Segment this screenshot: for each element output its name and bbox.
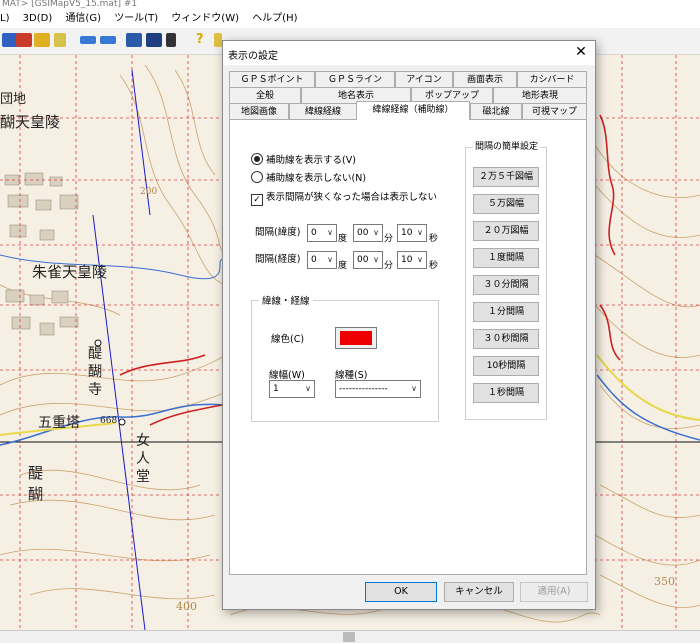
lon-second-value: 10 (401, 255, 413, 265)
display-settings-dialog: 表示の設定 ✕ ＧＰＳポイント ＧＰＳライン アイコン 画面表示 カシバード 全… (222, 40, 596, 610)
lon-interval-label: 間隔(経度) (255, 254, 301, 265)
map-label-go: 醐 (88, 364, 102, 380)
map-label-dai-2: 醍 (28, 464, 44, 482)
radio-show-aux[interactable]: 補助線を表示する(V) (251, 153, 356, 167)
map-label-suzaku-tomb: 朱雀天皇陵 (32, 263, 108, 281)
app-title-bar: MAT> [GSIMapV5_15.mat] #1 (0, 0, 700, 10)
quick-30-second-button[interactable]: ３０秒間隔 (473, 329, 539, 349)
quick-1-degree-button[interactable]: １度間隔 (473, 248, 539, 268)
menu-item-communication[interactable]: 通信(G) (65, 13, 101, 24)
map-label-go-2: 醐 (28, 485, 44, 503)
pencil-icon[interactable] (54, 33, 66, 47)
map-label-nin: 人 (136, 451, 150, 467)
line-color-label: 線色(C) (271, 334, 305, 345)
quick-settings-label: 間隔の簡単設定 (473, 139, 541, 152)
lon-degree-value: 0 (311, 255, 317, 265)
map-label-elevation-200: 200 (140, 187, 158, 197)
chevron-down-icon: ∨ (417, 255, 423, 264)
quick-1-second-button[interactable]: １秒間隔 (473, 383, 539, 403)
checkbox-hide-narrow-box[interactable]: ✓ (251, 194, 263, 206)
line-style-label: 線種(S) (335, 370, 368, 381)
map-label-danchi: 団地 (0, 92, 27, 107)
chevron-down-icon: ∨ (327, 228, 333, 237)
quick-30-minute-button[interactable]: ３０分間隔 (473, 275, 539, 295)
map-label-ji: 寺 (88, 382, 102, 398)
line-width-label: 線幅(W) (269, 370, 305, 381)
lat-degree-value: 0 (311, 228, 317, 238)
lat-minute-unit: 分 (384, 234, 394, 244)
map-label-daigo-tomb: 醐天皇陵 (0, 113, 61, 131)
lat-second-select[interactable]: 10 ∨ (397, 224, 427, 242)
radio-hide-aux-indicator[interactable] (251, 171, 263, 183)
map-label-elevation-350: 350 (654, 575, 675, 588)
line-color-swatch (340, 331, 372, 345)
lat-degree-unit: 度 (338, 234, 348, 244)
radio-hide-aux[interactable]: 補助線を表示しない(N) (251, 171, 366, 185)
checkbox-hide-narrow[interactable]: ✓ 表示間隔が狭くなった場合は表示しない (251, 191, 438, 206)
map-label-dai: 醍 (88, 346, 102, 362)
map-label-do: 堂 (136, 469, 150, 485)
measure-icon[interactable] (34, 33, 50, 47)
forward-arrow-icon[interactable] (100, 36, 116, 44)
map-label-pagoda: 五重塔 (38, 415, 80, 431)
chevron-down-icon: ∨ (373, 228, 379, 237)
checkbox-hide-narrow-label: 表示間隔が狭くなった場合は表示しない (266, 192, 438, 203)
line-style-select[interactable]: --------------- ∨ (335, 380, 421, 398)
note-icon[interactable] (214, 33, 222, 47)
quick-25000-button[interactable]: ２万５千図幅 (473, 167, 539, 187)
chevron-down-icon: ∨ (327, 255, 333, 264)
map-label-elevation-400: 400 (176, 600, 197, 613)
lon-degree-unit: 度 (338, 261, 348, 271)
lat-minute-select[interactable]: 00 ∨ (353, 224, 383, 242)
pin-icon[interactable] (16, 33, 32, 47)
quick-1-minute-button[interactable]: １分間隔 (473, 302, 539, 322)
quick-50000-button[interactable]: ５万図幅 (473, 194, 539, 214)
lat-degree-select[interactable]: 0 ∨ (307, 224, 337, 242)
horizontal-scrollbar[interactable] (0, 630, 700, 643)
menu-item-l[interactable]: L) (0, 13, 9, 24)
quick-10-second-button[interactable]: 10秒間隔 (473, 356, 539, 376)
menu-item-tools[interactable]: ツール(T) (114, 13, 158, 24)
phone-icon[interactable] (166, 33, 176, 47)
lon-minute-value: 00 (357, 255, 369, 265)
quick-200000-button[interactable]: ２０万図幅 (473, 221, 539, 241)
menu-item-3d[interactable]: 3D(D) (23, 13, 53, 24)
chevron-down-icon: ∨ (417, 228, 423, 237)
chevron-down-icon: ∨ (305, 384, 311, 393)
lat-second-unit: 秒 (429, 234, 439, 244)
radio-show-aux-indicator[interactable] (251, 153, 263, 165)
menu-item-help[interactable]: ヘルプ(H) (252, 13, 297, 24)
map-label-nyo: 女 (136, 433, 150, 449)
radio-hide-aux-label: 補助線を表示しない(N) (266, 173, 367, 184)
layer-icon[interactable] (126, 33, 142, 47)
line-width-select[interactable]: 1 ∨ (269, 380, 315, 398)
lat-second-value: 10 (401, 228, 413, 238)
line-width-value: 1 (273, 384, 279, 394)
chevron-down-icon: ∨ (373, 255, 379, 264)
line-color-button[interactable] (335, 327, 377, 349)
lon-degree-select[interactable]: 0 ∨ (307, 251, 337, 269)
map-label-elevation-668: 668 (100, 416, 118, 426)
chevron-down-icon: ∨ (411, 384, 417, 393)
lon-minute-unit: 分 (384, 261, 394, 271)
lat-minute-value: 00 (357, 228, 369, 238)
scrollbar-thumb[interactable] (343, 632, 355, 642)
lon-second-select[interactable]: 10 ∨ (397, 251, 427, 269)
line-style-value: --------------- (339, 384, 388, 394)
monitor-icon[interactable] (146, 33, 162, 47)
lon-second-unit: 秒 (429, 261, 439, 271)
menu-item-window[interactable]: ウィンドウ(W) (171, 13, 239, 24)
back-arrow-icon[interactable] (80, 36, 96, 44)
lat-interval-label: 間隔(緯度) (255, 227, 301, 238)
lon-minute-select[interactable]: 00 ∨ (353, 251, 383, 269)
menu-bar: L) 3D(D) 通信(G) ツール(T) ウィンドウ(W) ヘルプ(H) (0, 10, 700, 28)
line-group-label: 緯線・経線 (259, 293, 313, 307)
line-group-box (251, 300, 439, 422)
radio-show-aux-label: 補助線を表示する(V) (266, 155, 356, 166)
help-icon[interactable]: ? (196, 33, 212, 47)
